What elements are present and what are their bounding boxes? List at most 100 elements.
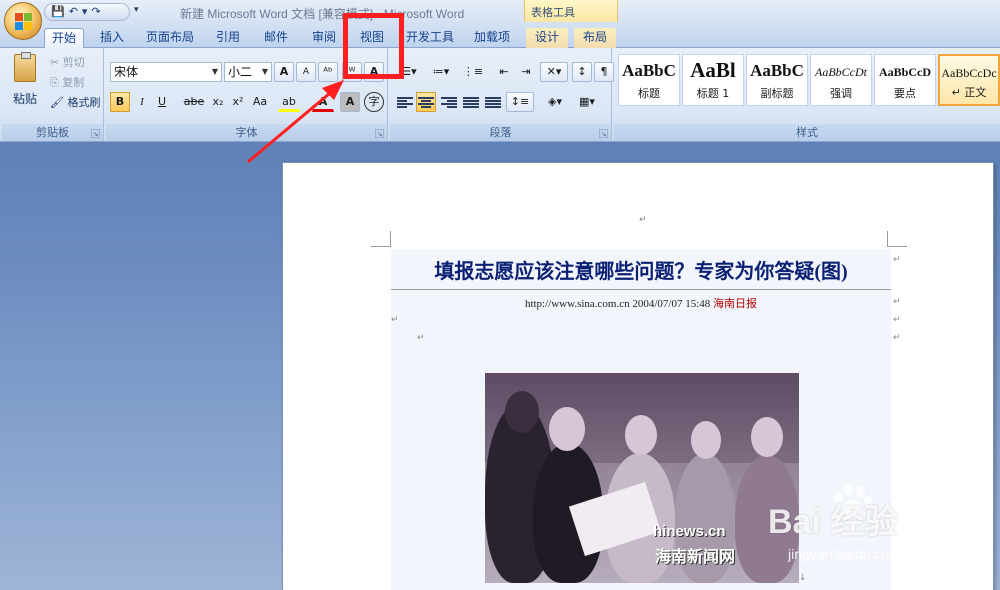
quick-access-toolbar: 💾 ↶ ▾ ↷ bbox=[44, 3, 130, 21]
article-headline: 填报志愿应该注意哪些问题？专家为你答疑(图) bbox=[434, 261, 848, 283]
sort-icon: ↕ bbox=[577, 65, 587, 78]
undo-icon[interactable]: ↶ bbox=[69, 4, 78, 20]
format-painter-button[interactable]: 🖌 格式刷 bbox=[50, 94, 100, 110]
shading-button[interactable]: ◈▾ bbox=[540, 92, 570, 112]
underline-button[interactable]: U bbox=[152, 92, 172, 112]
show-marks-button[interactable]: ¶ bbox=[594, 62, 614, 82]
watermark-text: Bai 经验 bbox=[768, 503, 899, 541]
copy-button[interactable]: ⎘ 复制 bbox=[50, 74, 84, 90]
paste-label: 粘贴 bbox=[12, 92, 37, 106]
undo-dropdown-icon[interactable]: ▾ bbox=[82, 4, 88, 20]
style-sample: AaBbCcDt bbox=[815, 65, 867, 79]
tab-mailings[interactable]: 邮件 bbox=[256, 28, 296, 48]
font-name-select[interactable]: 宋体 ▼ bbox=[110, 62, 222, 82]
sort-button[interactable]: ↕ bbox=[572, 62, 592, 82]
tab-insert[interactable]: 插入 bbox=[92, 28, 132, 48]
decrease-indent-button[interactable]: ⇤ bbox=[494, 62, 514, 82]
strikethrough-button[interactable]: abe bbox=[182, 92, 206, 112]
tab-layout[interactable]: 布局 bbox=[574, 28, 616, 48]
tab-design[interactable]: 设计 bbox=[526, 28, 568, 48]
style-subtitle[interactable]: AaBbC 副标题 bbox=[746, 54, 808, 106]
style-normal[interactable]: AaBbCcDc ↵ 正文 bbox=[938, 54, 1000, 106]
pilcrow-icon: ¶ bbox=[600, 65, 608, 78]
style-name: ↵ 正文 bbox=[951, 86, 987, 99]
style-sample: AaBbC bbox=[622, 61, 676, 80]
office-button[interactable] bbox=[4, 2, 42, 40]
enclose-char-button[interactable]: 字 bbox=[364, 92, 384, 112]
dialog-launcher-icon[interactable]: ↘ bbox=[91, 129, 100, 138]
increase-indent-button[interactable]: ⇥ bbox=[516, 62, 536, 82]
style-sample: AaBl bbox=[690, 58, 736, 82]
crop-mark-left bbox=[371, 231, 391, 247]
tab-add-ins[interactable]: 加载项 bbox=[468, 28, 516, 48]
annotation-arrow-icon bbox=[247, 80, 344, 164]
photo-watermark-en: hinews.cn bbox=[653, 523, 726, 540]
clipboard-group-label: 剪贴板 bbox=[2, 124, 103, 141]
subscript-button[interactable]: x₂ bbox=[208, 92, 228, 112]
styles-group-label: 样式 bbox=[614, 124, 1000, 141]
style-sample: AaBbCcD bbox=[878, 65, 931, 79]
multilevel-list-button[interactable]: ⋮≡ bbox=[458, 62, 488, 82]
ribbon: 粘贴 ✂ 剪切 ⎘ 复制 🖌 格式刷 剪贴板 ↘ 宋体 ▼ 小二 ▼ A A ᴬᵇ … bbox=[0, 48, 1000, 142]
ribbon-tabs: 开始 插入 页面布局 引用 邮件 审阅 视图 开发工具 加载项 设计 布局 bbox=[0, 24, 1000, 48]
borders-icon: ▦▾ bbox=[579, 95, 595, 108]
person-face bbox=[691, 421, 721, 459]
distribute-button[interactable] bbox=[482, 92, 502, 112]
italic-button[interactable]: I bbox=[132, 92, 152, 112]
align-left-button[interactable] bbox=[394, 92, 414, 112]
cut-button[interactable]: ✂ 剪切 bbox=[50, 54, 85, 70]
style-title[interactable]: AaBbC 标题 bbox=[618, 54, 680, 106]
line-spacing-button[interactable]: ↕≡ bbox=[506, 92, 534, 112]
paragraph-group-label: 段落 bbox=[390, 124, 611, 141]
asian-layout-button[interactable]: ✕▾ bbox=[540, 62, 568, 82]
asian-layout-icon: ✕▾ bbox=[546, 65, 562, 78]
paste-button[interactable]: 粘贴 bbox=[8, 52, 42, 114]
align-center-button[interactable] bbox=[416, 92, 436, 112]
style-name: 标题 bbox=[638, 87, 660, 100]
article-source: 海南日报 bbox=[713, 298, 758, 310]
align-left-icon bbox=[397, 97, 413, 109]
font-name-value: 宋体 bbox=[114, 65, 139, 79]
justify-button[interactable] bbox=[460, 92, 480, 112]
numbering-button[interactable]: ≔▾ bbox=[426, 62, 456, 82]
customize-qat-icon[interactable]: ▾ bbox=[134, 5, 139, 15]
redo-icon[interactable]: ↷ bbox=[91, 4, 100, 20]
article-meta: http://www.sina.com.cn 2004/07/07 15:48 … bbox=[391, 295, 891, 311]
align-right-button[interactable] bbox=[438, 92, 458, 112]
style-name: 副标题 bbox=[760, 87, 794, 100]
tab-page-layout[interactable]: 页面布局 bbox=[140, 28, 200, 48]
chevron-down-icon: ▼ bbox=[211, 67, 218, 76]
tab-references[interactable]: 引用 bbox=[208, 28, 248, 48]
cell-end-mark: ↵ bbox=[893, 255, 901, 265]
style-heading-1[interactable]: AaBl 标题 1 bbox=[682, 54, 744, 106]
clipboard-group: 粘贴 ✂ 剪切 ⎘ 复制 🖌 格式刷 剪贴板 ↘ bbox=[2, 48, 104, 141]
dialog-launcher-icon[interactable]: ↘ bbox=[375, 129, 384, 138]
save-icon[interactable]: 💾 bbox=[51, 4, 65, 20]
paint-bucket-icon: ◈▾ bbox=[548, 95, 562, 108]
watermark-url: jingyan.baidu.com bbox=[788, 546, 901, 562]
paragraph-group: ☰▾ ≔▾ ⋮≡ ⇤ ⇥ ✕▾ ↕ ¶ ↕≡ ◈▾ ▦▾ 段落 ↘ bbox=[390, 48, 614, 141]
style-strong[interactable]: AaBbCcD 要点 bbox=[874, 54, 936, 106]
paragraph-mark: ↵ bbox=[391, 315, 399, 325]
cell-end-mark: ↵ bbox=[893, 315, 901, 325]
table-tools-context-label: 表格工具 bbox=[524, 0, 618, 22]
office-logo-icon bbox=[15, 13, 33, 31]
numbering-icon: ≔▾ bbox=[432, 65, 450, 78]
headline-divider bbox=[391, 289, 891, 290]
crop-mark-right bbox=[887, 231, 907, 247]
article-photo[interactable]: hinews.cn 海南新闻网 bbox=[485, 373, 799, 583]
borders-button[interactable]: ▦▾ bbox=[572, 92, 602, 112]
tab-developer[interactable]: 开发工具 bbox=[400, 28, 460, 48]
style-emphasis[interactable]: AaBbCcDt 强调 bbox=[810, 54, 872, 106]
style-sample: AaBbCcDc bbox=[941, 66, 997, 80]
align-right-icon bbox=[441, 97, 457, 109]
copy-label: 复制 bbox=[62, 76, 85, 89]
paragraph-mark: ↓ bbox=[799, 573, 807, 583]
tab-home[interactable]: 开始 bbox=[44, 28, 84, 48]
article-url-date: http://www.sina.com.cn 2004/07/07 15:48 bbox=[524, 298, 714, 310]
format-painter-label: 格式刷 bbox=[67, 96, 101, 109]
bold-button[interactable]: B bbox=[110, 92, 130, 112]
tab-review[interactable]: 审阅 bbox=[304, 28, 344, 48]
person-face bbox=[751, 417, 783, 457]
dialog-launcher-icon[interactable]: ↘ bbox=[599, 129, 608, 138]
